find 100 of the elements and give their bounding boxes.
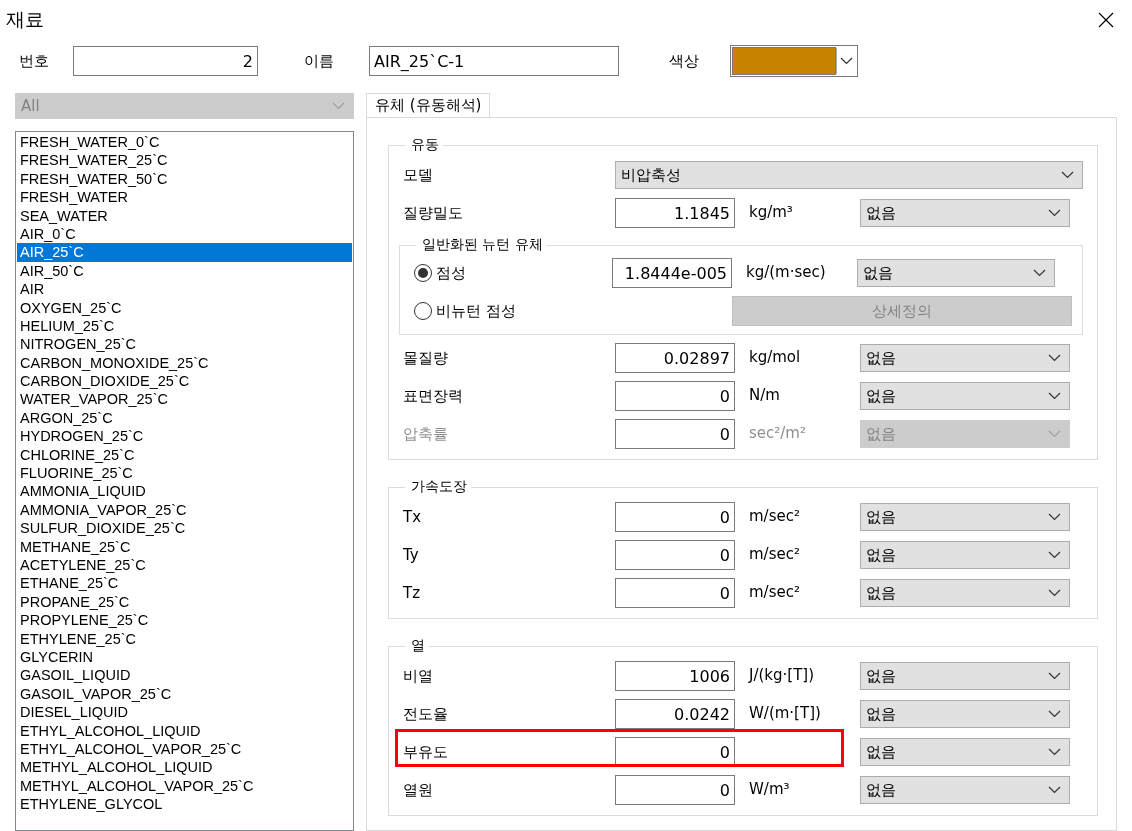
- radio-option[interactable]: 점성: [414, 263, 612, 283]
- material-item[interactable]: ETHYLENE_25`C: [17, 629, 352, 648]
- material-item[interactable]: SULFUR_DIOXIDE_25`C: [17, 519, 352, 538]
- option-dropdown[interactable]: 없음: [860, 541, 1070, 569]
- radio-option[interactable]: 비뉴턴 점성: [414, 301, 612, 321]
- unit-label: m/sec²: [749, 545, 800, 563]
- chevron-down-icon: [1048, 430, 1061, 438]
- window-title: 재료: [6, 7, 44, 32]
- number-label: 번호: [19, 51, 50, 71]
- material-item[interactable]: AIR: [17, 280, 352, 299]
- chevron-down-icon: [1048, 748, 1061, 756]
- material-item[interactable]: GLYCERIN: [17, 647, 352, 667]
- value-field[interactable]: 0: [615, 578, 735, 608]
- model-dropdown[interactable]: 비압축성: [615, 161, 1083, 189]
- unit-label: J/(kg·[T]): [749, 666, 815, 684]
- material-item[interactable]: AMMONIA_VAPOR_25`C: [17, 500, 352, 520]
- material-item[interactable]: NITROGEN_25`C: [17, 335, 352, 354]
- material-item[interactable]: PROPANE_25`C: [17, 592, 352, 612]
- close-icon: [1098, 12, 1114, 28]
- material-item[interactable]: FRESH_WATER_0`C: [17, 133, 352, 152]
- value-field[interactable]: 0.0242: [615, 699, 735, 729]
- material-item[interactable]: ACETYLENE_25`C: [17, 556, 352, 575]
- property-label: Tz: [403, 584, 422, 602]
- material-item[interactable]: CARBON_MONOXIDE_25`C: [17, 353, 352, 373]
- material-item[interactable]: FRESH_WATER_25`C: [17, 151, 352, 170]
- material-item[interactable]: CHLORINE_25`C: [17, 445, 352, 465]
- color-label: 색상: [668, 51, 700, 71]
- unit-label: sec²/m²: [749, 424, 806, 442]
- material-item[interactable]: FLUORINE_25`C: [17, 464, 352, 483]
- property-label: 모델: [403, 165, 434, 185]
- material-item[interactable]: AIR_0`C: [17, 224, 352, 244]
- material-item[interactable]: CARBON_DIOXIDE_25`C: [17, 372, 352, 391]
- material-item[interactable]: DIESEL_LIQUID: [17, 703, 352, 722]
- value-field[interactable]: 0.02897: [615, 343, 735, 373]
- option-dropdown[interactable]: 없음: [857, 259, 1055, 287]
- material-item[interactable]: HELIUM_25`C: [17, 316, 352, 336]
- chevron-down-icon: [1048, 589, 1061, 597]
- material-item[interactable]: AIR_50`C: [17, 261, 352, 281]
- tab[interactable]: 유체 (유동해석): [366, 93, 491, 117]
- option-dropdown[interactable]: 없음: [860, 579, 1070, 607]
- chevron-down-icon: [1048, 672, 1061, 680]
- chevron-down-icon: [1048, 513, 1061, 521]
- material-item[interactable]: SEA_WATER: [17, 206, 352, 225]
- material-item[interactable]: FRESH_WATER: [17, 188, 352, 207]
- chevron-down-icon: [840, 57, 853, 65]
- material-item[interactable]: GASOIL_LIQUID: [17, 666, 352, 685]
- value-field[interactable]: 1006: [615, 661, 735, 691]
- unit-label: m/sec²: [749, 507, 800, 525]
- value-field[interactable]: 0: [615, 502, 735, 532]
- material-item[interactable]: HYDROGEN_25`C: [17, 427, 352, 446]
- material-item[interactable]: GASOIL_VAPOR_25`C: [17, 684, 352, 704]
- unit-label: W/(m·[T]): [749, 704, 821, 722]
- material-item[interactable]: ETHYL_ALCOHOL_VAPOR_25`C: [17, 739, 352, 759]
- chevron-down-icon: [1048, 710, 1061, 718]
- name-label: 이름: [303, 51, 335, 71]
- number-field[interactable]: 2: [73, 46, 258, 76]
- material-item[interactable]: FRESH_WATER_50`C: [17, 169, 352, 189]
- value-field[interactable]: 0: [615, 775, 735, 805]
- value-field[interactable]: 1.8444e-005: [612, 258, 732, 288]
- material-item[interactable]: ETHYLENE_GLYCOL: [17, 795, 352, 814]
- subgroup-title: 일반화된 뉴턴 유체: [421, 236, 544, 254]
- option-dropdown[interactable]: 없음: [860, 199, 1070, 227]
- material-item[interactable]: OXYGEN_25`C: [17, 298, 352, 317]
- option-dropdown[interactable]: 없음: [860, 738, 1070, 766]
- group-title: 열: [410, 637, 426, 655]
- property-label: 부유도: [403, 742, 449, 762]
- option-dropdown[interactable]: 없음: [860, 344, 1070, 372]
- unit-label: m/sec²: [749, 583, 800, 601]
- chevron-down-icon: [1048, 354, 1061, 362]
- chevron-down-icon: [1048, 392, 1061, 400]
- option-dropdown[interactable]: 없음: [860, 776, 1070, 804]
- material-item[interactable]: ARGON_25`C: [17, 408, 352, 428]
- color-picker[interactable]: [730, 45, 858, 77]
- unit-label: W/m³: [749, 780, 790, 798]
- property-label: 질량밀도: [403, 203, 464, 223]
- value-field[interactable]: 0: [615, 381, 735, 411]
- option-dropdown[interactable]: 없음: [860, 382, 1070, 410]
- material-item[interactable]: AMMONIA_LIQUID: [17, 482, 352, 501]
- option-dropdown[interactable]: 없음: [860, 662, 1070, 690]
- material-item[interactable]: AIR_25`C: [17, 243, 352, 262]
- value-field[interactable]: 0: [615, 540, 735, 570]
- chevron-down-icon: [1061, 171, 1074, 179]
- value-field[interactable]: 0: [615, 737, 735, 767]
- value-field[interactable]: 1.1845: [615, 198, 735, 228]
- material-item[interactable]: METHYL_ALCOHOL_VAPOR_25`C: [17, 776, 352, 796]
- option-dropdown[interactable]: 없음: [860, 700, 1070, 728]
- name-field[interactable]: AIR_25`C-1: [369, 46, 619, 76]
- material-item[interactable]: PROPYLENE_25`C: [17, 611, 352, 630]
- material-item[interactable]: ETHYL_ALCOHOL_LIQUID: [17, 721, 352, 740]
- material-item[interactable]: METHYL_ALCOHOL_LIQUID: [17, 758, 352, 777]
- dropdown-button[interactable]: [836, 48, 856, 74]
- option-dropdown[interactable]: 없음: [860, 503, 1070, 531]
- property-label: 비열: [403, 666, 434, 686]
- property-label: Tx: [403, 508, 423, 526]
- unit-label: kg/(m·sec): [746, 263, 826, 281]
- material-item[interactable]: ETHANE_25`C: [17, 574, 352, 593]
- group-title: 유동: [410, 136, 440, 154]
- material-item[interactable]: METHANE_25`C: [17, 537, 352, 556]
- unit-label: kg/mol: [749, 348, 801, 366]
- material-item[interactable]: WATER_VAPOR_25`C: [17, 390, 352, 409]
